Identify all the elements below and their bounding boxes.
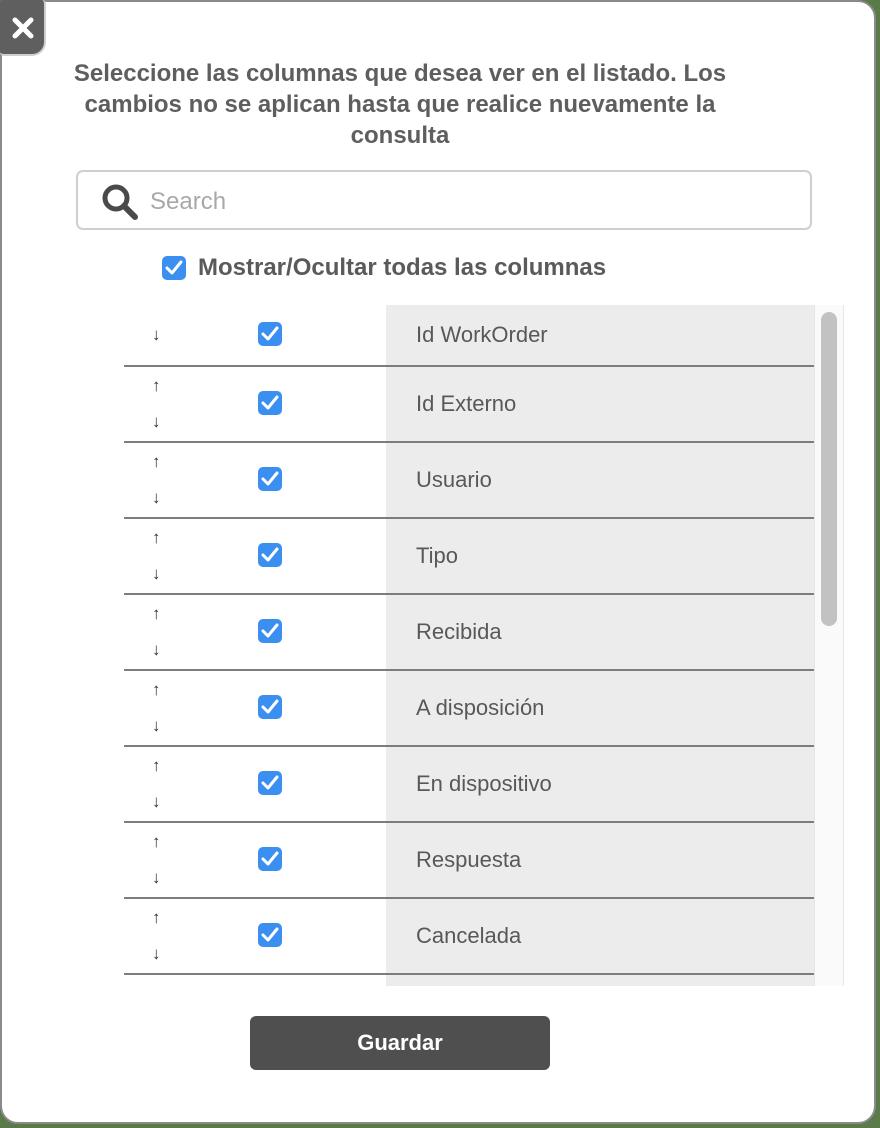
save-button[interactable]: Guardar <box>250 1016 550 1070</box>
column-visible-checkbox[interactable] <box>258 391 282 415</box>
column-name: Respuesta <box>416 847 522 872</box>
checkmark-icon <box>165 260 183 275</box>
column-name-cell: Recibida <box>386 595 814 669</box>
toggle-all-columns[interactable]: Mostrar/Ocultar todas las columnas <box>162 253 606 283</box>
checkmark-icon <box>261 395 279 410</box>
column-name-cell: Cancelada <box>386 899 814 973</box>
scrollbar-thumb[interactable] <box>821 312 837 626</box>
column-name: Usuario <box>416 467 492 492</box>
close-button[interactable] <box>0 0 46 56</box>
column-row-partial <box>124 975 814 986</box>
move-down-arrow-icon[interactable]: ↓ <box>152 412 161 432</box>
column-name-cell: En dispositivo <box>386 747 814 821</box>
column-name-cell: Tipo <box>386 519 814 593</box>
move-down-arrow-icon[interactable]: ↓ <box>152 488 161 508</box>
columns-list[interactable]: ↓ Id WorkOrder ↑ ↓ Id Externo ↑ ↓ Usuario ↑ ↓ Tipo… <box>124 305 844 986</box>
column-visible-checkbox[interactable] <box>258 543 282 567</box>
column-name: Recibida <box>416 619 502 644</box>
checkmark-icon <box>261 699 279 714</box>
close-icon <box>12 17 34 39</box>
column-name: Id Externo <box>416 391 517 416</box>
move-down-arrow-icon[interactable]: ↓ <box>152 325 161 345</box>
column-name-cell: Usuario <box>386 443 814 517</box>
search-box[interactable] <box>76 170 812 230</box>
search-input[interactable] <box>148 184 792 220</box>
move-up-arrow-icon[interactable]: ↑ <box>152 452 161 472</box>
move-down-arrow-icon[interactable]: ↓ <box>152 792 161 812</box>
checkmark-icon <box>261 775 279 790</box>
move-down-arrow-icon[interactable]: ↓ <box>152 716 161 736</box>
move-down-arrow-icon[interactable]: ↓ <box>152 640 161 660</box>
toggle-all-label: Mostrar/Ocultar todas las columnas <box>198 254 607 281</box>
move-up-arrow-icon[interactable]: ↑ <box>152 680 161 700</box>
column-visible-checkbox[interactable] <box>258 467 282 491</box>
move-up-arrow-icon[interactable]: ↑ <box>152 908 161 928</box>
checkmark-icon <box>261 623 279 638</box>
column-row: ↑ ↓ Usuario <box>124 443 814 519</box>
column-visible-checkbox[interactable] <box>258 923 282 947</box>
column-row: ↑ ↓ Id Externo <box>124 367 814 443</box>
move-down-arrow-icon[interactable]: ↓ <box>152 868 161 888</box>
title-line: Seleccione las columnas que desea ver en… <box>73 60 727 87</box>
checkmark-icon <box>261 851 279 866</box>
column-name: Cancelada <box>416 923 522 948</box>
move-up-arrow-icon[interactable]: ↑ <box>152 604 161 624</box>
column-name: Id WorkOrder <box>416 322 548 347</box>
checkmark-icon <box>261 471 279 486</box>
checkmark-icon <box>261 547 279 562</box>
column-visible-checkbox[interactable] <box>258 771 282 795</box>
column-row: ↑ ↓ Tipo <box>124 519 814 595</box>
checkmark-icon <box>261 326 279 341</box>
checkmark-icon <box>261 927 279 942</box>
column-visible-checkbox[interactable] <box>258 619 282 643</box>
column-row: ↑ ↓ A disposición <box>124 671 814 747</box>
move-up-arrow-icon[interactable]: ↑ <box>152 376 161 396</box>
dialog-title: Seleccione las columnas que desea ver en… <box>42 58 758 151</box>
column-name: A disposición <box>416 695 545 720</box>
column-name-cell: Id WorkOrder <box>386 305 814 365</box>
move-up-arrow-icon[interactable]: ↑ <box>152 832 161 852</box>
scrollbar[interactable] <box>814 305 844 986</box>
column-name: Tipo <box>416 543 458 568</box>
column-visible-checkbox[interactable] <box>258 695 282 719</box>
column-name-cell: A disposición <box>386 671 814 745</box>
column-name-cell <box>386 975 814 986</box>
column-visible-checkbox[interactable] <box>258 847 282 871</box>
column-row: ↑ ↓ Recibida <box>124 595 814 671</box>
column-row: ↑ ↓ En dispositivo <box>124 747 814 823</box>
title-line: consulta <box>350 122 450 149</box>
search-icon <box>102 184 138 220</box>
column-visible-checkbox[interactable] <box>258 322 282 346</box>
columns-rows: ↓ Id WorkOrder ↑ ↓ Id Externo ↑ ↓ Usuario ↑ ↓ Tipo… <box>124 305 844 986</box>
move-down-arrow-icon[interactable]: ↓ <box>152 944 161 964</box>
move-up-arrow-icon[interactable]: ↑ <box>152 756 161 776</box>
column-name-cell: Respuesta <box>386 823 814 897</box>
column-row: ↓ Id WorkOrder <box>124 305 814 367</box>
title-line: cambios no se aplican hasta que realice … <box>84 91 716 118</box>
move-down-arrow-icon[interactable]: ↓ <box>152 564 161 584</box>
toggle-all-checkbox[interactable] <box>162 256 186 280</box>
column-row: ↑ ↓ Cancelada <box>124 899 814 975</box>
column-name-cell: Id Externo <box>386 367 814 441</box>
column-row: ↑ ↓ Respuesta <box>124 823 814 899</box>
column-selector-dialog: Seleccione las columnas que desea ver en… <box>0 0 876 1124</box>
column-name: En dispositivo <box>416 771 552 796</box>
move-up-arrow-icon[interactable]: ↑ <box>152 528 161 548</box>
